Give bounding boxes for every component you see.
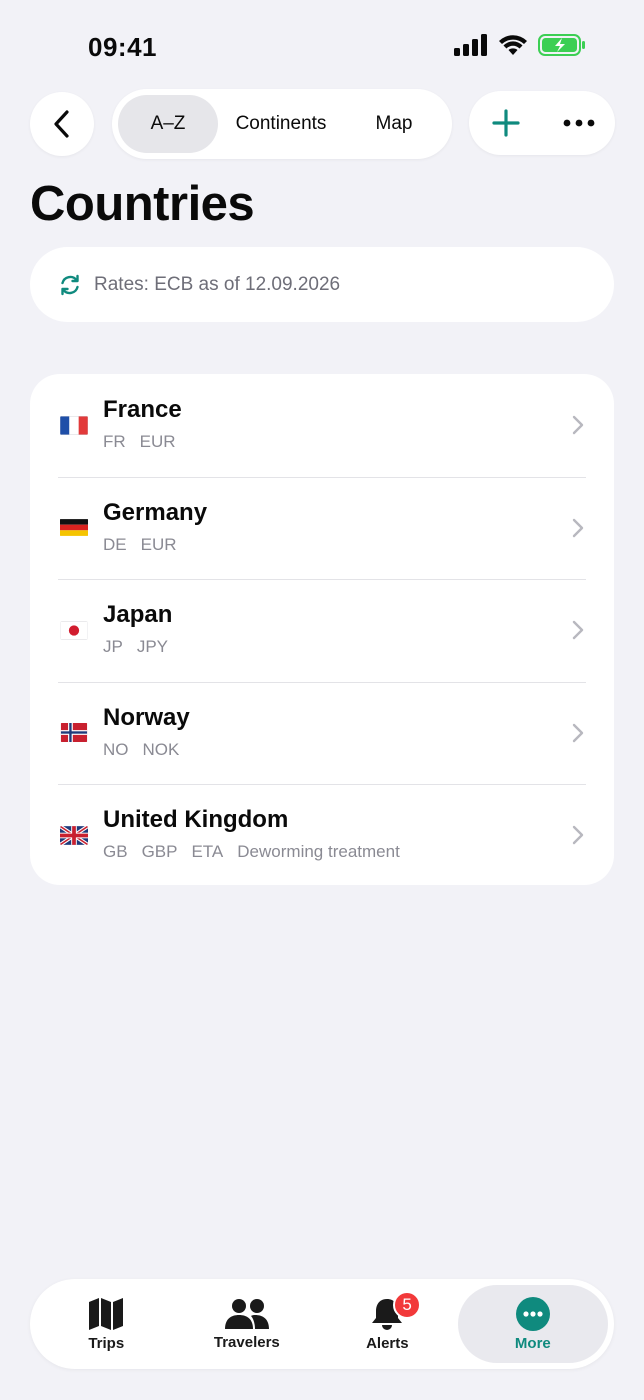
alerts-badge: 5: [393, 1291, 422, 1319]
more-options-button[interactable]: [551, 95, 607, 151]
tab-trips[interactable]: Trips: [36, 1285, 177, 1363]
status-time: 09:41: [88, 32, 157, 62]
country-currency: NOK: [142, 739, 180, 759]
tab-label: More: [514, 1334, 551, 1352]
flag-uk-icon: [60, 825, 88, 845]
tab-bar: Trips Travelers 5 Alerts More: [30, 1279, 614, 1369]
rates-text: Rates: ECB as of 12.09.2026: [94, 273, 341, 295]
tab-label: Travelers: [213, 1333, 280, 1351]
country-code: GB: [103, 842, 128, 862]
country-code: JP: [103, 637, 123, 657]
country-row-norway[interactable]: Norway NO NOK: [30, 681, 614, 785]
country-currency: EUR: [139, 432, 176, 452]
page-title: Countries: [30, 177, 255, 231]
people-icon: [224, 1298, 269, 1329]
country-name: France: [103, 396, 182, 424]
battery-icon: [538, 34, 585, 56]
country-code: FR: [103, 432, 126, 452]
refresh-icon: [61, 274, 79, 295]
flag-norway-icon: [60, 723, 88, 743]
chevron-right-icon: [572, 723, 584, 742]
country-row-japan[interactable]: Japan JP JPY: [30, 579, 614, 682]
tab-a-z[interactable]: A–Z: [118, 95, 218, 153]
country-name: Norway: [103, 703, 190, 731]
tab-continents[interactable]: Continents: [218, 95, 344, 153]
tab-label: Alerts: [366, 1334, 409, 1352]
chevron-left-icon: [54, 110, 69, 138]
tab-label: Trips: [88, 1334, 125, 1352]
chevron-right-icon: [572, 826, 584, 845]
tab-alerts[interactable]: 5 Alerts: [317, 1285, 458, 1363]
flag-france-icon: [60, 415, 88, 435]
country-code: NO: [103, 739, 129, 759]
tab-travelers[interactable]: Travelers: [177, 1285, 318, 1363]
chevron-right-icon: [572, 621, 584, 640]
chevron-right-icon: [572, 518, 584, 537]
country-row-france[interactable]: France FR EUR: [30, 374, 614, 477]
flag-japan-icon: [60, 620, 88, 640]
country-list: France FR EUR Germany DE EUR Japan JP JP…: [30, 374, 614, 885]
country-currency: EUR: [140, 534, 177, 554]
country-row-united-kingdom[interactable]: United Kingdom GB GBP ETA Deworming trea…: [30, 784, 614, 885]
screen: 09:41 A–Z Continents Map Countries Rates…: [0, 0, 644, 1400]
more-circle-icon: [515, 1296, 550, 1331]
flag-germany-icon: [60, 519, 88, 537]
view-segmented-control: A–Z Continents Map: [112, 89, 452, 159]
country-name: Germany: [103, 498, 208, 526]
country-currency: JPY: [136, 637, 169, 657]
wifi-icon: [499, 35, 527, 55]
country-currency: GBP: [141, 842, 178, 862]
country-row-germany[interactable]: Germany DE EUR: [30, 476, 614, 580]
ellipsis-icon: [563, 119, 594, 127]
rates-banner[interactable]: Rates: ECB as of 12.09.2026: [30, 247, 614, 322]
plus-icon: [491, 109, 520, 137]
country-name: United Kingdom: [103, 806, 289, 834]
chevron-right-icon: [572, 416, 584, 435]
actions-group: [469, 91, 615, 155]
status-icons: [454, 34, 586, 56]
country-requirement-eta: ETA: [191, 842, 224, 862]
back-button[interactable]: [30, 92, 94, 156]
country-code: DE: [103, 534, 127, 554]
tab-map[interactable]: Map: [344, 95, 444, 153]
signal-icon: [454, 34, 487, 56]
country-requirement-deworming: Deworming treatment: [237, 842, 400, 862]
tab-more[interactable]: More: [457, 1285, 609, 1363]
add-button[interactable]: [478, 95, 534, 151]
country-name: Japan: [103, 601, 173, 629]
map-icon: [89, 1297, 124, 1330]
